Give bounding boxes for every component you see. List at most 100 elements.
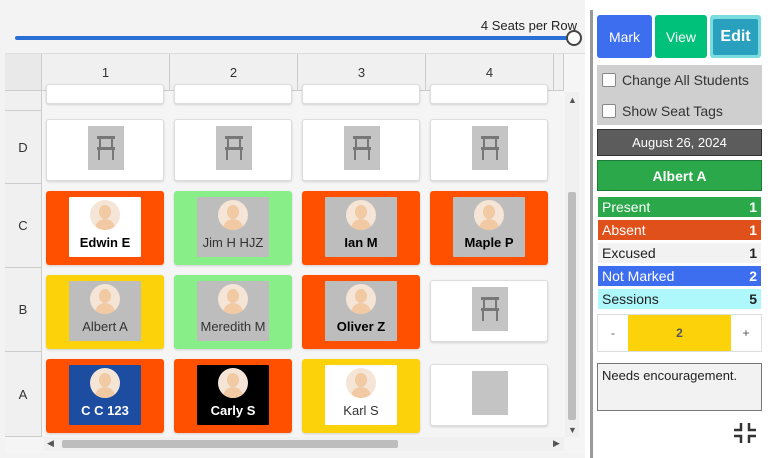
chair-icon: [472, 126, 508, 170]
student-name: Albert A: [82, 319, 128, 334]
student-name: C C 123: [81, 403, 129, 418]
student-seat[interactable]: Jim H HJZ: [174, 191, 292, 265]
stat-row-absent[interactable]: Absent 1: [598, 220, 761, 240]
student-card: Edwin E: [69, 197, 141, 257]
student-seat[interactable]: Meredith M: [174, 275, 292, 349]
empty-seat[interactable]: [430, 119, 548, 181]
chair-icon: [216, 126, 252, 170]
slider-handle[interactable]: [566, 30, 582, 46]
options-panel: Change All Students Show Seat Tags: [597, 65, 762, 125]
edit-mode-label: Edit: [713, 18, 758, 55]
grid-corner: [5, 54, 42, 91]
student-seat[interactable]: Carly S: [174, 359, 292, 433]
student-name: Jim H HJZ: [202, 235, 264, 250]
empty-seat[interactable]: [46, 119, 164, 181]
chair-icon: [88, 126, 124, 170]
student-seat[interactable]: C C 123: [46, 359, 164, 433]
edit-mode-button[interactable]: Edit: [710, 15, 761, 58]
student-seat[interactable]: Oliver Z: [302, 275, 420, 349]
stat-count: 1: [749, 245, 757, 261]
stat-count: 2: [749, 268, 757, 284]
panel-divider[interactable]: [590, 10, 593, 458]
show-seat-tags-checkbox[interactable]: [602, 104, 616, 118]
row-header: D: [5, 111, 42, 184]
stepper-value[interactable]: 2: [628, 315, 731, 351]
student-notes-field[interactable]: Needs encouragement.: [597, 363, 762, 411]
attendance-sidebar: Mark View Edit Change All Students Show …: [596, 0, 774, 458]
student-seat[interactable]: Ian M: [302, 191, 420, 265]
avatar-icon: [474, 200, 504, 230]
student-card: Jim H HJZ: [197, 197, 269, 257]
stat-count: 1: [749, 222, 757, 238]
scroll-right-icon[interactable]: ▶: [553, 438, 560, 449]
student-card: Albert A: [69, 281, 141, 341]
scroll-up-icon[interactable]: ▲: [568, 95, 577, 105]
student-card: Carly S: [197, 365, 269, 425]
change-all-students-checkbox[interactable]: [602, 73, 616, 87]
view-mode-button[interactable]: View: [655, 15, 707, 58]
empty-seat[interactable]: [430, 280, 548, 342]
student-seat[interactable]: Edwin E: [46, 191, 164, 265]
avatar-icon: [218, 284, 248, 314]
avatar-icon: [218, 368, 248, 398]
collapse-icon[interactable]: [732, 421, 758, 445]
student-name: Oliver Z: [336, 319, 386, 334]
scroll-left-icon[interactable]: ◀: [47, 438, 54, 449]
seats-per-row-label: 4 Seats per Row: [480, 18, 577, 33]
student-name: Carly S: [210, 403, 256, 418]
show-seat-tags-option[interactable]: Show Seat Tags: [602, 103, 723, 119]
stat-count: 1: [749, 199, 757, 215]
student-name: Meredith M: [200, 319, 266, 334]
empty-seat[interactable]: [430, 84, 548, 104]
stat-row-excused[interactable]: Excused 1: [598, 243, 761, 263]
empty-seat-placeholder: [472, 371, 508, 415]
avatar-icon: [90, 368, 120, 398]
date-selector[interactable]: August 26, 2024: [597, 129, 762, 156]
vertical-scrollbar[interactable]: ▲ ▼: [565, 92, 579, 437]
empty-seat[interactable]: [174, 119, 292, 181]
avatar-icon: [346, 368, 376, 398]
seating-grid: 1 2 3 4 D C B A Edwin E Jim H HJZ Ian M …: [5, 53, 585, 453]
empty-seat[interactable]: [302, 84, 420, 104]
stat-count: 5: [749, 291, 757, 307]
seating-chart-panel: 4 Seats per Row 1 2 3 4 D C B A Edwin E …: [0, 0, 585, 458]
student-name: Edwin E: [79, 235, 131, 250]
empty-seat[interactable]: [46, 84, 164, 104]
student-name: Karl S: [343, 403, 379, 418]
vertical-scroll-thumb[interactable]: [568, 192, 576, 420]
empty-seat[interactable]: [430, 364, 548, 426]
stat-label: Sessions: [602, 291, 659, 307]
change-all-students-label: Change All Students: [622, 72, 749, 88]
student-seat[interactable]: Maple P: [430, 191, 548, 265]
student-card: Meredith M: [197, 281, 269, 341]
mark-mode-button[interactable]: Mark: [597, 15, 652, 58]
row-header: A: [5, 352, 42, 437]
session-stepper: - 2 +: [597, 314, 762, 352]
student-seat[interactable]: Albert A: [46, 275, 164, 349]
horizontal-scrollbar[interactable]: ◀ ▶: [44, 437, 564, 451]
scroll-down-icon[interactable]: ▼: [568, 425, 577, 435]
empty-seat[interactable]: [302, 119, 420, 181]
stat-label: Not Marked: [602, 268, 675, 284]
stepper-plus-button[interactable]: +: [731, 315, 761, 351]
student-card: Karl S: [325, 365, 397, 425]
empty-seat[interactable]: [174, 84, 292, 104]
student-seat[interactable]: Karl S: [302, 359, 420, 433]
avatar-icon: [218, 200, 248, 230]
change-all-students-option[interactable]: Change All Students: [602, 72, 749, 88]
row-header: C: [5, 184, 42, 268]
horizontal-scroll-thumb[interactable]: [62, 440, 398, 448]
stat-row-not-marked[interactable]: Not Marked 2: [598, 266, 761, 286]
stat-label: Excused: [602, 245, 656, 261]
stepper-minus-button[interactable]: -: [598, 315, 628, 351]
student-name: Ian M: [344, 235, 378, 250]
selected-student[interactable]: Albert A: [597, 160, 762, 191]
seats-per-row-slider[interactable]: [15, 36, 573, 40]
column-header-overflow: [554, 54, 564, 91]
student-card: Ian M: [325, 197, 397, 257]
avatar-icon: [90, 200, 120, 230]
stat-row-present[interactable]: Present 1: [598, 197, 761, 217]
stat-row-sessions[interactable]: Sessions 5: [598, 289, 761, 309]
row-header: B: [5, 268, 42, 352]
avatar-icon: [346, 284, 376, 314]
